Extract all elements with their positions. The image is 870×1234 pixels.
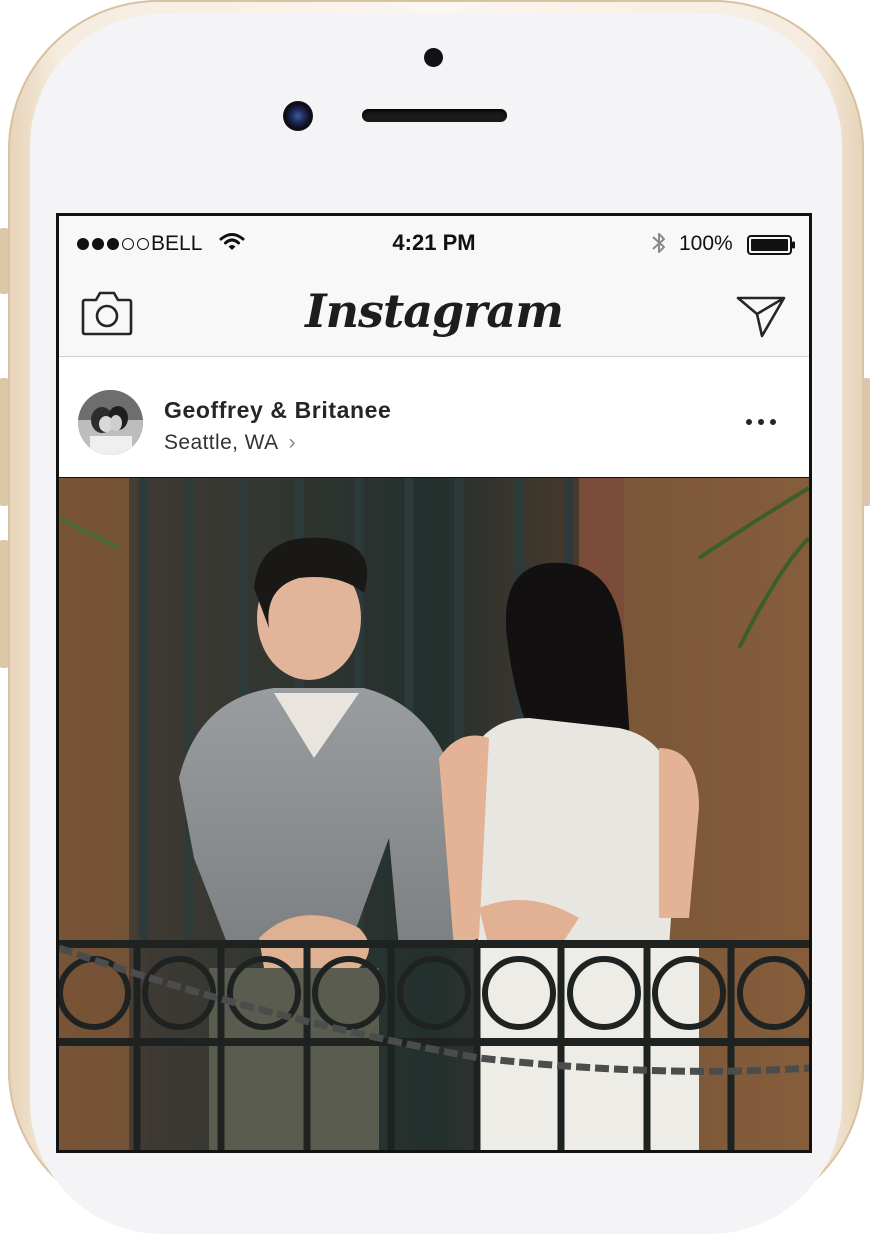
post-username[interactable]: Geoffrey & Britanee bbox=[164, 397, 391, 424]
status-bar: BELL 4:21 PM 100% bbox=[59, 216, 809, 274]
bluetooth-icon bbox=[652, 233, 665, 253]
more-options-icon[interactable] bbox=[743, 412, 779, 432]
post-photo[interactable] bbox=[59, 478, 809, 1150]
app-header: Instagram bbox=[59, 274, 809, 357]
location-label[interactable]: Seattle, WA bbox=[164, 431, 279, 454]
volume-down-button bbox=[0, 540, 8, 668]
mute-switch bbox=[0, 228, 8, 294]
avatar[interactable] bbox=[78, 390, 143, 455]
earpiece-speaker bbox=[362, 109, 507, 122]
post-location[interactable]: Seattle, WA › bbox=[164, 431, 296, 455]
front-camera bbox=[283, 101, 313, 131]
chevron-right-icon: › bbox=[288, 431, 296, 454]
battery-percentage: 100% bbox=[679, 232, 733, 255]
direct-message-icon[interactable] bbox=[735, 292, 787, 338]
proximity-sensor bbox=[424, 48, 443, 67]
post-header: Geoffrey & Britanee Seattle, WA › bbox=[59, 357, 809, 477]
power-button bbox=[862, 378, 870, 506]
instagram-logo: Instagram bbox=[305, 284, 564, 338]
battery-icon bbox=[747, 235, 795, 255]
screen: BELL 4:21 PM 100% Instagram Geoffrey & B… bbox=[56, 213, 812, 1153]
volume-up-button bbox=[0, 378, 8, 506]
